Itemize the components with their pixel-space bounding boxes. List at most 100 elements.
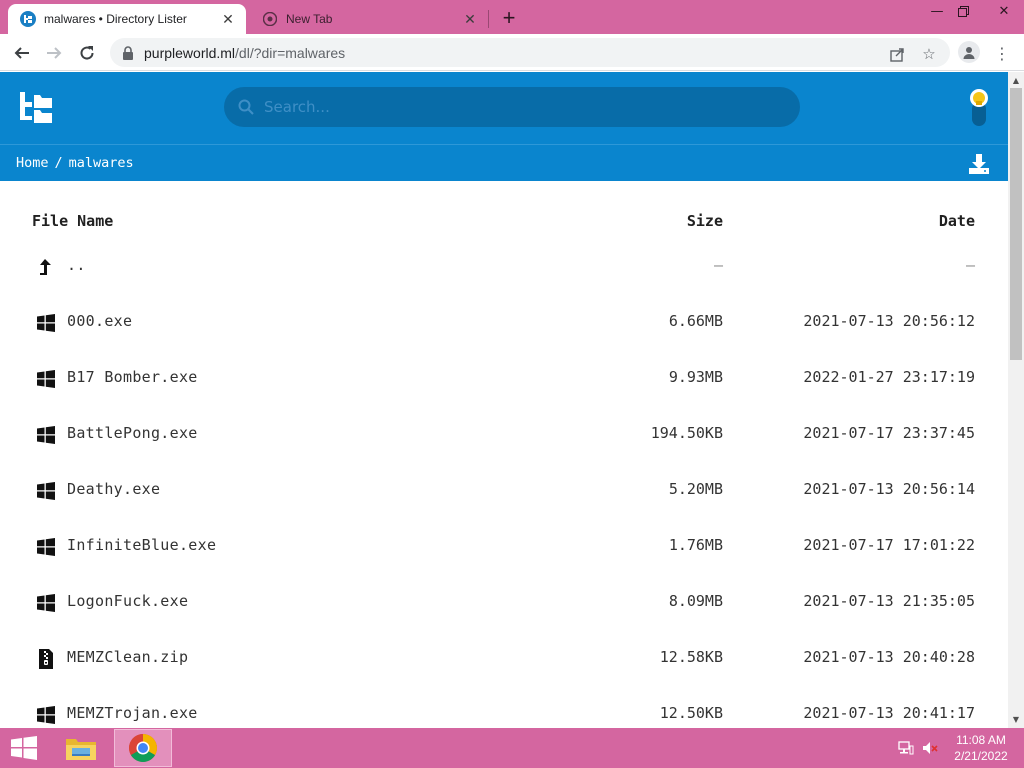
chrome-favicon-icon	[262, 11, 278, 27]
tab-title: New Tab	[286, 12, 333, 26]
url-text: purpleworld.ml/dl/?dir=malwares	[144, 45, 345, 61]
file-row[interactable]: 000.exe 6.66MB 2021-07-13 20:56:12	[32, 298, 976, 354]
file-size: 12.50KB	[659, 704, 723, 722]
breadcrumb-home[interactable]: Home	[16, 155, 49, 171]
file-date: 2021-07-13 20:56:12	[803, 312, 975, 330]
file-size: 8.09MB	[668, 592, 723, 610]
zip-file-icon	[36, 649, 56, 669]
close-tab-icon[interactable]: ✕	[460, 9, 480, 29]
browser-menu-icon[interactable]: ⋮	[992, 42, 1012, 64]
share-icon[interactable]	[888, 45, 906, 63]
file-date: —	[965, 256, 975, 274]
breadcrumb-current[interactable]: malwares	[69, 155, 134, 171]
file-row[interactable]: .. — —	[32, 242, 976, 298]
scroll-down-arrow-icon[interactable]: ▼	[1011, 714, 1021, 724]
file-date: 2021-07-17 23:37:45	[803, 424, 975, 442]
file-row[interactable]: MEMZClean.zip 12.58KB 2021-07-13 20:40:28	[32, 634, 976, 690]
file-row[interactable]: Deathy.exe 5.20MB 2021-07-13 20:56:14	[32, 466, 976, 522]
windows-taskbar: 11:08 AM 2/21/2022	[0, 728, 1024, 768]
profile-avatar-icon[interactable]	[958, 41, 980, 63]
file-size: 5.20MB	[668, 480, 723, 498]
site-header	[0, 72, 1008, 144]
file-name[interactable]: Deathy.exe	[67, 480, 160, 498]
search-icon	[238, 99, 254, 115]
file-date: 2022-01-27 23:17:19	[803, 368, 975, 386]
taskbar-clock[interactable]: 11:08 AM 2/21/2022	[946, 732, 1016, 764]
chrome-icon	[129, 734, 157, 762]
file-date: 2021-07-13 21:35:05	[803, 592, 975, 610]
browser-tab-strip: malwares • Directory Lister ✕ New Tab ✕ …	[0, 0, 1024, 34]
file-listing: File Name Size Date .. — — 000.exe 6.66MB 202…	[32, 212, 976, 728]
bookmark-star-icon[interactable]: ☆	[920, 45, 938, 63]
file-name[interactable]: 000.exe	[67, 312, 132, 330]
scroll-up-arrow-icon[interactable]: ▲	[1011, 75, 1021, 85]
file-size: 6.66MB	[668, 312, 723, 330]
breadcrumb: Home / malwares	[16, 155, 134, 171]
windows-icon	[36, 705, 56, 725]
file-date: 2021-07-13 20:40:28	[803, 648, 975, 666]
scrollbar-thumb[interactable]	[1010, 88, 1022, 360]
file-row[interactable]: BattlePong.exe 194.50KB 2021-07-17 23:37:4…	[32, 410, 976, 466]
url-host: purpleworld.ml	[144, 44, 236, 61]
search-input[interactable]	[264, 98, 764, 116]
windows-icon	[36, 537, 56, 557]
windows-logo-icon	[11, 736, 37, 760]
tab-malwares[interactable]: malwares • Directory Lister ✕	[8, 4, 246, 34]
network-icon[interactable]	[896, 728, 916, 768]
url-path: /dl/?dir=malwares	[235, 44, 346, 61]
file-name[interactable]: InfiniteBlue.exe	[67, 536, 216, 554]
file-explorer-taskbar-button[interactable]	[52, 729, 110, 767]
file-row[interactable]: MEMZTrojan.exe 12.50KB 2021-07-13 20:41:17	[32, 690, 976, 728]
windows-icon	[36, 313, 56, 333]
windows-icon	[36, 481, 56, 501]
file-row[interactable]: LogonFuck.exe 8.09MB 2021-07-13 21:35:05	[32, 578, 976, 634]
restore-icon[interactable]	[948, 0, 978, 22]
theme-toggle-lightbulb-icon[interactable]	[966, 88, 992, 128]
search-bar[interactable]	[224, 87, 800, 127]
page-viewport: Home / malwares File Name Size Date .. — — 00…	[0, 72, 1008, 728]
column-header-file-name[interactable]: File Name	[32, 212, 113, 230]
forward-arrow-icon[interactable]	[41, 40, 67, 66]
start-button[interactable]	[0, 728, 48, 768]
back-arrow-icon[interactable]	[9, 40, 35, 66]
file-name[interactable]: B17 Bomber.exe	[67, 368, 198, 386]
tab-new-tab[interactable]: New Tab ✕	[250, 4, 488, 34]
clock-date: 2/21/2022	[954, 749, 1008, 763]
tab-separator	[488, 10, 489, 28]
chrome-taskbar-button[interactable]	[114, 729, 172, 767]
file-name[interactable]: LogonFuck.exe	[67, 592, 188, 610]
breadcrumb-separator: /	[54, 155, 63, 171]
address-bar[interactable]: purpleworld.ml/dl/?dir=malwares ☆	[110, 38, 950, 67]
file-size: 1.76MB	[668, 536, 723, 554]
browser-toolbar: purpleworld.ml/dl/?dir=malwares ☆ ⋮	[0, 34, 1024, 71]
level-up-icon	[36, 257, 56, 277]
windows-icon	[36, 425, 56, 445]
file-explorer-icon	[66, 739, 96, 760]
file-row[interactable]: B17 Bomber.exe 9.93MB 2022-01-27 23:17:19	[32, 354, 976, 410]
windows-icon	[36, 369, 56, 389]
file-size: 12.58KB	[659, 648, 723, 666]
directory-lister-logo-icon[interactable]	[18, 90, 54, 124]
page-scrollbar[interactable]: ▲ ▼	[1008, 72, 1024, 728]
file-size: 194.50KB	[650, 424, 723, 442]
breadcrumb-bar: Home / malwares	[0, 144, 1008, 181]
file-name[interactable]: MEMZClean.zip	[67, 648, 188, 666]
reload-icon[interactable]	[74, 40, 100, 66]
column-header-date[interactable]: Date	[939, 212, 975, 230]
file-name[interactable]: MEMZTrojan.exe	[67, 704, 198, 722]
close-tab-icon[interactable]: ✕	[218, 9, 238, 29]
download-icon[interactable]	[968, 153, 990, 175]
file-name[interactable]: BattlePong.exe	[67, 424, 198, 442]
directory-lister-favicon-icon	[20, 11, 36, 27]
file-size: —	[713, 256, 723, 274]
close-window-icon[interactable]: ✕	[984, 0, 1024, 22]
tab-title: malwares • Directory Lister	[44, 12, 187, 26]
volume-muted-icon[interactable]	[920, 728, 940, 768]
new-tab-button[interactable]: +	[496, 5, 522, 30]
lock-icon	[123, 45, 133, 60]
file-size: 9.93MB	[668, 368, 723, 386]
column-header-size[interactable]: Size	[687, 212, 723, 230]
file-name[interactable]: ..	[67, 256, 86, 274]
clock-time: 11:08 AM	[956, 733, 1006, 747]
file-row[interactable]: InfiniteBlue.exe 1.76MB 2021-07-17 17:01:2…	[32, 522, 976, 578]
